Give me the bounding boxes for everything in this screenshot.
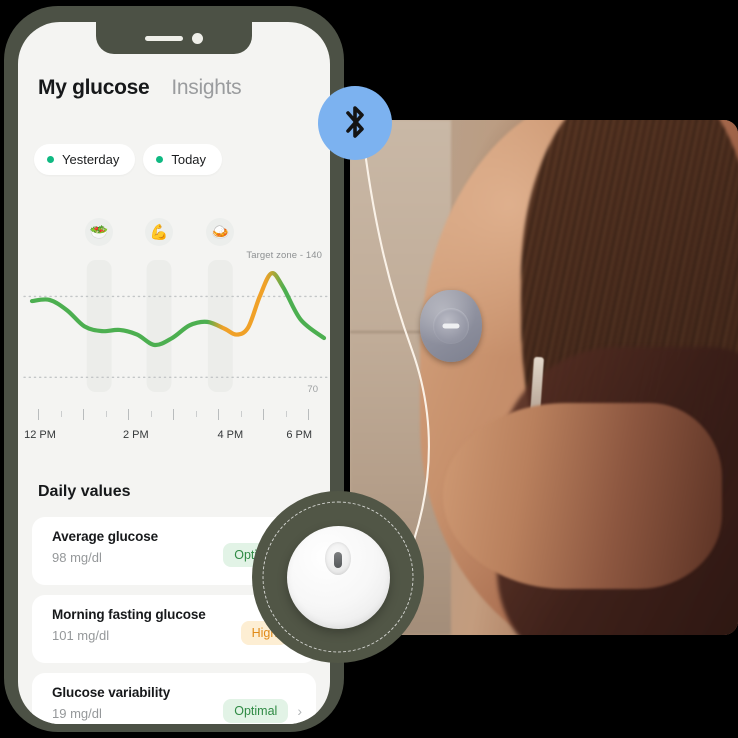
row-metric-value: 98 mg/dl — [52, 550, 102, 565]
x-axis-tick — [38, 409, 39, 420]
photo-arm — [443, 403, 723, 589]
row-metric-name: Morning fasting glucose — [52, 607, 206, 622]
x-axis-ticks — [18, 407, 330, 423]
chevron-right-icon[interactable]: › — [297, 704, 302, 718]
row-text: Average glucose 98 mg/dl — [52, 529, 158, 565]
chip-yesterday[interactable]: Yesterday — [34, 144, 136, 175]
earpiece-speaker — [145, 35, 183, 41]
screenshot-root: My glucose Insights Yesterday Today 🥗 💪 🍛 — [0, 0, 738, 738]
row-metric-value: 19 mg/dl — [52, 706, 102, 721]
legend-dot-today — [156, 156, 164, 163]
day-filter-chips: Yesterday Today — [34, 144, 223, 175]
sensor-magnifier — [252, 491, 424, 663]
x-axis-tick — [60, 411, 62, 417]
x-axis-tick — [173, 409, 174, 420]
x-axis-tick — [195, 411, 197, 417]
tab-insights[interactable]: Insights — [171, 76, 241, 100]
status-badge: Optimal — [223, 699, 289, 723]
low-threshold-label: 70 — [307, 384, 318, 395]
x-axis-label: 2 PM — [123, 429, 149, 441]
tab-my-glucose[interactable]: My glucose — [38, 76, 150, 100]
row-metric-name: Glucose variability — [52, 685, 171, 700]
cgm-sensor-slot — [442, 323, 460, 329]
row-trailing: Optimal › — [223, 699, 302, 723]
x-axis-tick — [83, 409, 84, 420]
x-axis-tick — [218, 409, 219, 420]
chip-today[interactable]: Today — [143, 144, 223, 175]
target-zone-label: Target zone - 140 — [246, 250, 322, 261]
row-text: Glucose variability 19 mg/dl — [52, 685, 170, 721]
legend-dot-yesterday — [47, 156, 54, 163]
daily-value-row[interactable]: Glucose variability 19 mg/dl Optimal › — [32, 673, 316, 724]
glucose-chart[interactable]: 🥗 💪 🍛 Target zone - 140 70 12 PM 2 PM 4 PM 6 … — [18, 212, 330, 472]
x-axis-tick — [263, 409, 264, 420]
row-metric-name: Average glucose — [52, 529, 159, 544]
chip-today-label: Today — [171, 152, 207, 167]
x-axis-tick — [285, 411, 287, 417]
row-text: Morning fasting glucose 101 mg/dl — [52, 607, 206, 643]
x-axis-tick — [240, 411, 242, 417]
phone-notch — [96, 22, 252, 54]
chart-x-axis: 12 PM 2 PM 4 PM 6 PM — [18, 407, 330, 463]
x-axis-label: 4 PM — [217, 429, 244, 441]
bluetooth-badge[interactable] — [318, 86, 392, 160]
bluetooth-icon — [340, 103, 370, 143]
x-axis-label: 12 PM — [24, 429, 56, 441]
app-tabbar: My glucose Insights — [18, 76, 330, 100]
x-axis-tick — [150, 411, 152, 417]
cgm-sensor-on-arm — [419, 289, 482, 362]
daily-values-heading: Daily values — [38, 483, 131, 500]
front-camera — [192, 32, 203, 44]
x-axis-tick — [308, 409, 309, 420]
x-axis-tick — [105, 411, 107, 417]
x-axis-label: 6 PM — [286, 429, 313, 441]
cgm-sensor-closeup — [286, 525, 390, 629]
chip-yesterday-label: Yesterday — [62, 152, 120, 167]
x-axis-tick — [128, 409, 129, 420]
row-metric-value: 101 mg/dl — [52, 628, 110, 643]
cgm-sensor-closeup-slot — [334, 551, 342, 568]
chart-plot — [23, 260, 329, 392]
